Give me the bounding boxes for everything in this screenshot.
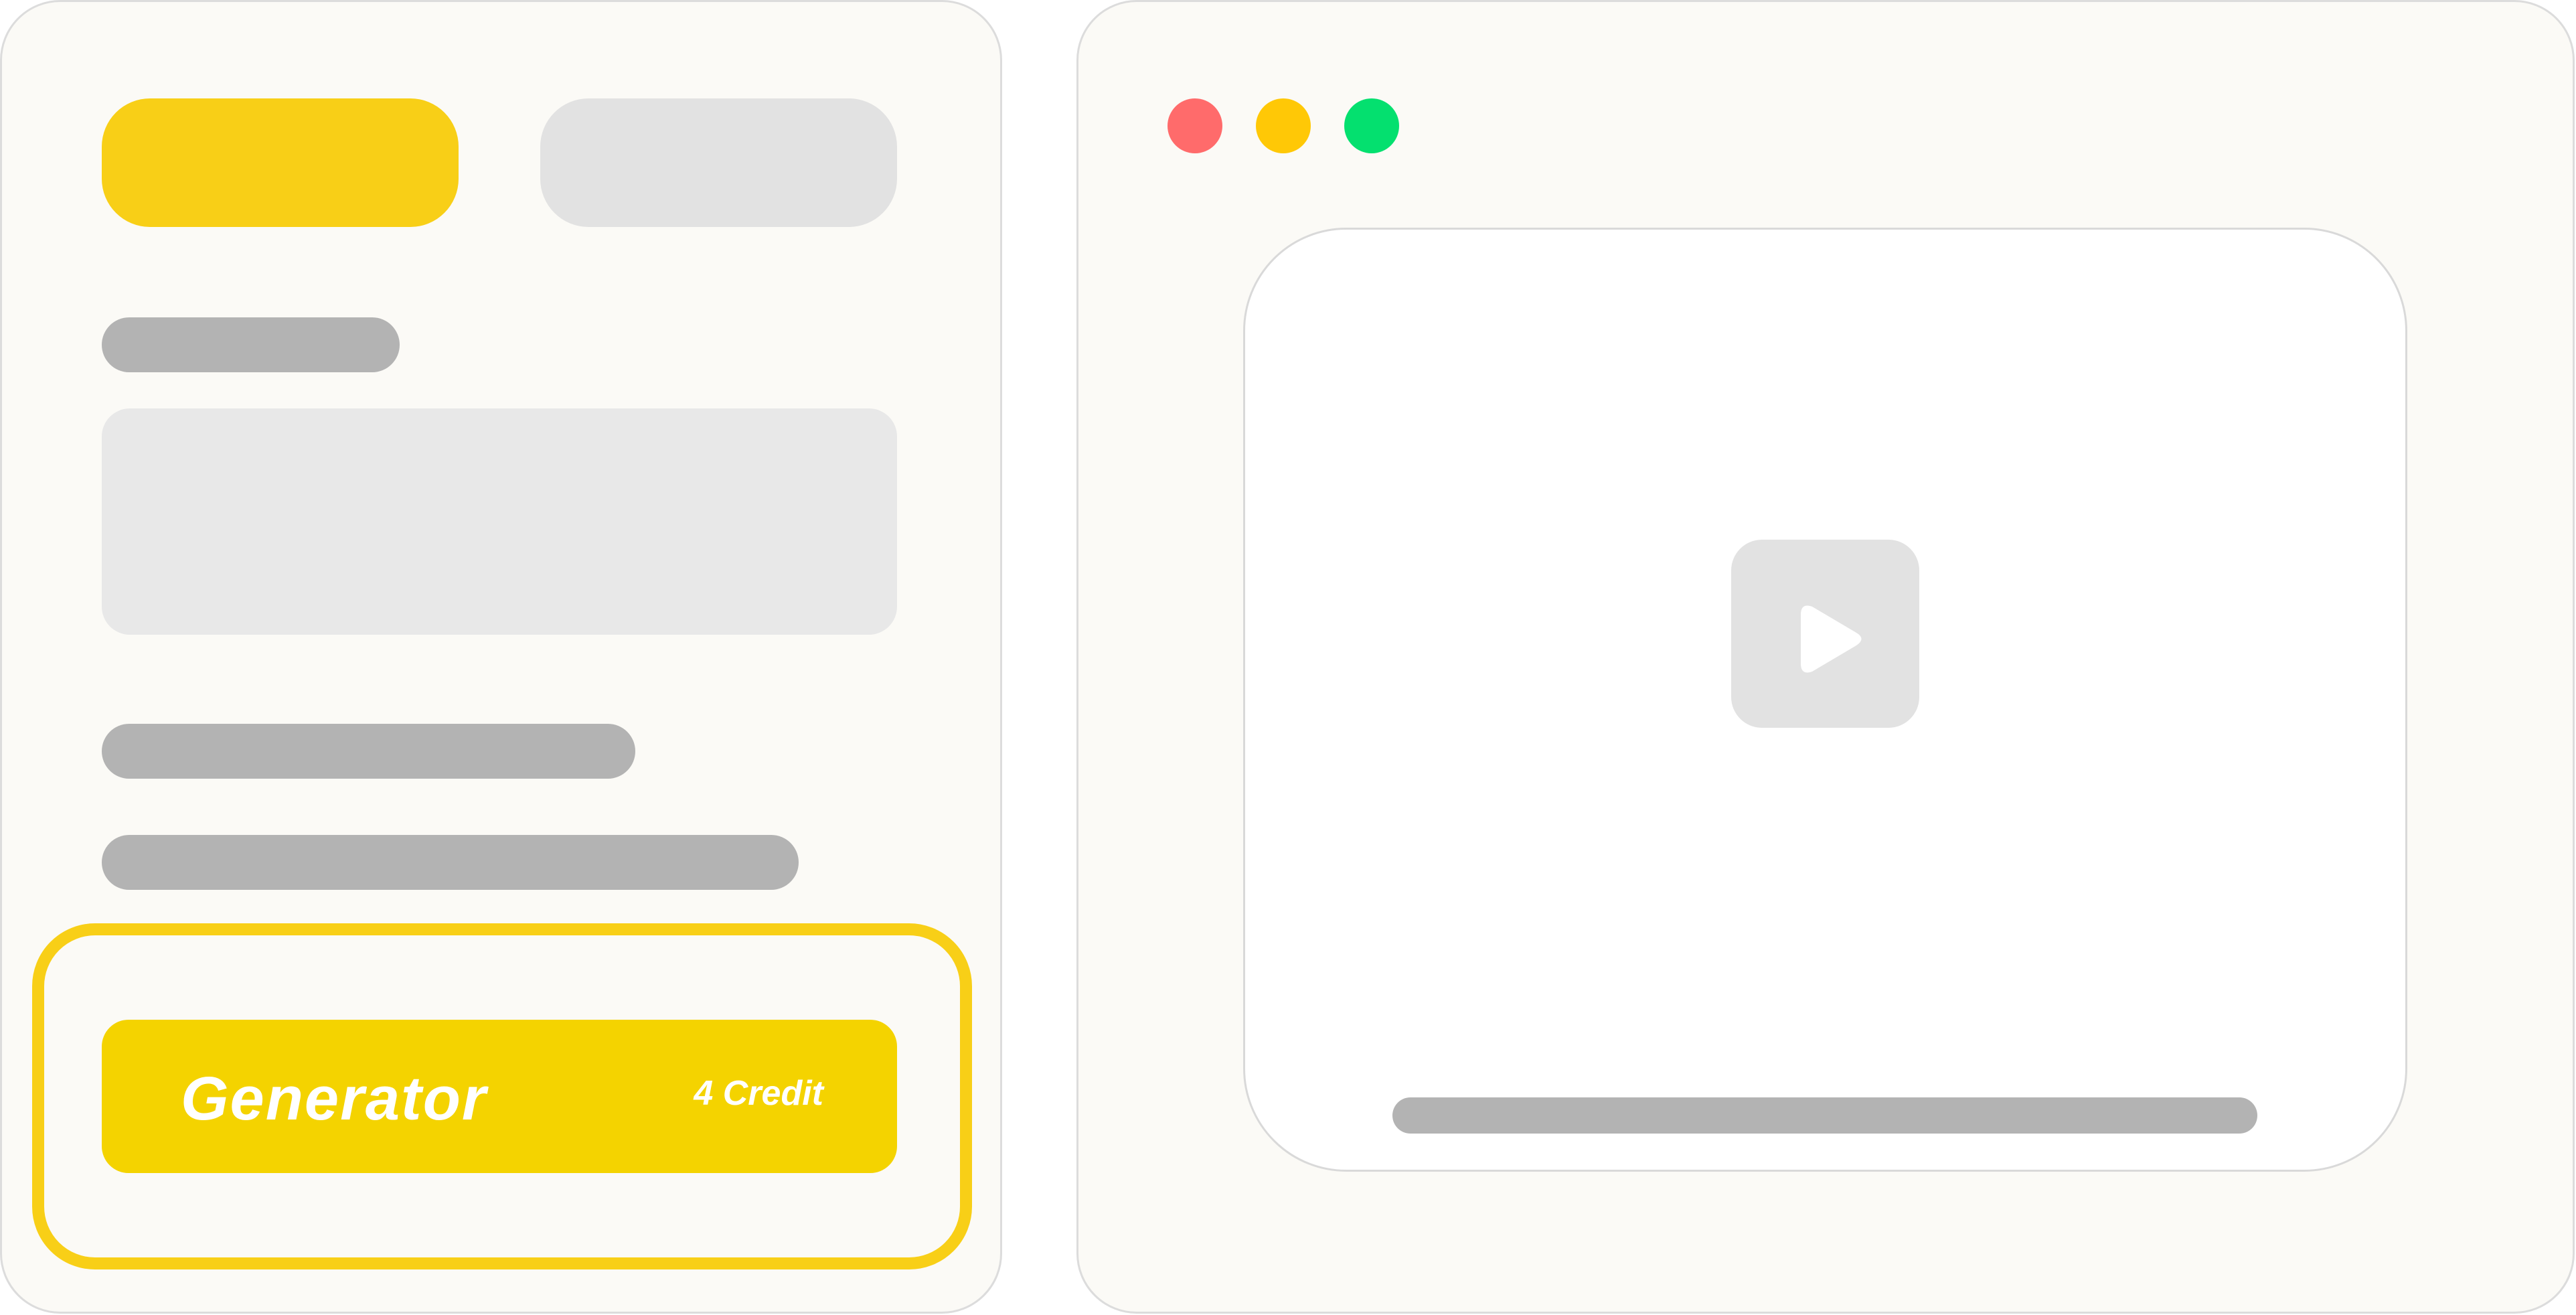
close-window-button[interactable] (1168, 98, 1222, 153)
generate-button-label: Generator (181, 1064, 487, 1133)
generate-button[interactable]: Generator 4 Credit (102, 1020, 897, 1173)
credit-cost-label: 4 Credit (694, 1073, 823, 1113)
maximize-window-button[interactable] (1344, 98, 1399, 153)
play-icon (1801, 605, 1862, 673)
tab-inactive[interactable] (540, 98, 897, 227)
play-button[interactable] (1731, 540, 1919, 728)
prompt-label-placeholder (102, 317, 400, 372)
tab-active[interactable] (102, 98, 459, 227)
video-progress-bar[interactable] (1392, 1097, 2257, 1134)
option-placeholder (102, 835, 799, 890)
prompt-input-placeholder[interactable] (102, 408, 897, 635)
minimize-window-button[interactable] (1256, 98, 1311, 153)
option-placeholder (102, 724, 635, 779)
